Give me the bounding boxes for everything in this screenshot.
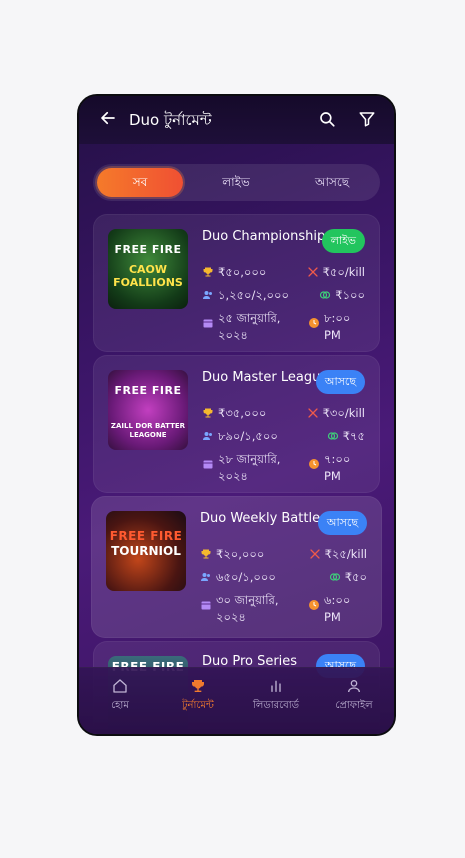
- tab-live[interactable]: লাইভ: [193, 168, 279, 197]
- trophy-icon: [203, 408, 213, 418]
- tournament-card[interactable]: FREE FIRE CAOW FOALLIONS Duo Championshi…: [93, 214, 380, 352]
- filter-icon[interactable]: [358, 110, 376, 128]
- tournament-card[interactable]: FREE FIRE TOURNIOL Duo Weekly Battle আসছ…: [91, 496, 382, 638]
- time: ৭:০০ PM: [308, 451, 358, 485]
- leaderboard-icon: [271, 680, 281, 692]
- trophy-icon: [203, 267, 213, 277]
- thumbnail-subtitle: CAOW FOALLIONS: [113, 263, 183, 289]
- trophy-icon: [201, 549, 211, 559]
- nav-leaderboard[interactable]: লিডারবোর্ড: [241, 678, 311, 715]
- tournament-thumbnail: FREE FIRE TOURNIOL: [106, 511, 186, 591]
- time: ৮:০০ PM: [308, 310, 358, 344]
- tournament-name: Duo Weekly Battle: [200, 511, 321, 526]
- clock-icon: [309, 600, 319, 610]
- status-badge: আসছে: [317, 511, 367, 535]
- money-icon: [320, 291, 331, 299]
- per-kill: ₹৩০/kill: [307, 405, 365, 424]
- users-icon: [203, 291, 212, 299]
- entry-fee: ₹৫০: [329, 569, 367, 588]
- players-count: ১,২৫০/২,০০০: [202, 287, 289, 306]
- calendar-icon: [203, 460, 213, 469]
- date: ২৮ জানুয়ারি, ২০২৪: [202, 451, 297, 485]
- page-title: Duo টুর্নামেন্ট: [129, 111, 212, 129]
- players-count: ৬৫০/১,০০০: [200, 569, 276, 588]
- thumbnail-title: FREE FIRE: [114, 384, 182, 397]
- date: ৩০ জানুয়ারি, ২০২৪: [200, 592, 295, 626]
- tournament-name: Duo Master League: [202, 370, 329, 385]
- status-badge: আসছে: [315, 370, 365, 394]
- profile-icon: [348, 680, 360, 693]
- time: ৬:০০ PM: [308, 592, 358, 626]
- filter-tabs: সব লাইভ আসছে: [93, 164, 380, 201]
- entry-fee: ₹৭৫: [327, 428, 365, 447]
- players-count: ৮৯০/১,৫০০: [202, 428, 278, 447]
- users-icon: [201, 573, 210, 581]
- money-icon: [329, 573, 340, 581]
- tournament-thumbnail: FREE FIRE CAOW FOALLIONS: [108, 229, 188, 309]
- tournament-card[interactable]: FREE FIRE ZAILL DOR BATTER LEAGONE Duo M…: [93, 355, 380, 493]
- nav-profile[interactable]: প্রোফাইল: [319, 678, 389, 715]
- money-icon: [327, 432, 338, 440]
- per-kill: ₹৫০/kill: [307, 264, 365, 283]
- crossed-swords-icon: [309, 549, 320, 559]
- thumbnail-subtitle: ZAILL DOR BATTER LEAGONE: [110, 422, 186, 439]
- phone-frame: Duo টুর্নামেন্ট সব লাইভ আসছে FREE FIRE C…: [77, 94, 396, 736]
- nav-tournament[interactable]: টুর্নামেন্ট: [163, 678, 233, 715]
- thumbnail-title: FREE FIRE: [114, 243, 182, 256]
- clock-icon: [309, 459, 319, 469]
- tab-all[interactable]: সব: [97, 168, 183, 197]
- prize-pool: ₹২০,০০০: [200, 546, 264, 565]
- status-badge: লাইভ: [321, 229, 365, 253]
- per-kill: ₹২৫/kill: [309, 546, 367, 565]
- crossed-swords-icon: [307, 408, 318, 418]
- tab-upcoming[interactable]: আসছে: [289, 168, 375, 197]
- app-header: Duo টুর্নামেন্ট: [79, 96, 394, 144]
- back-arrow-icon[interactable]: [99, 109, 117, 127]
- calendar-icon: [201, 601, 211, 610]
- crossed-swords-icon: [307, 267, 318, 277]
- calendar-icon: [203, 319, 213, 328]
- bottom-navigation: হোম টুর্নামেন্ট লিডারবোর্ড প্রোফাইল: [79, 667, 394, 734]
- prize-pool: ₹৫০,০০০: [202, 264, 266, 283]
- tournament-name: Duo Championship: [202, 229, 326, 244]
- thumbnail-title: FREE FIRE: [109, 529, 183, 543]
- thumbnail-subtitle: TOURNIOL: [111, 544, 181, 558]
- home-icon: [113, 679, 127, 693]
- users-icon: [203, 432, 212, 440]
- nav-home[interactable]: হোম: [85, 678, 155, 715]
- prize-pool: ₹৩৫,০০০: [202, 405, 266, 424]
- tournament-thumbnail: FREE FIRE ZAILL DOR BATTER LEAGONE: [108, 370, 188, 450]
- clock-icon: [309, 318, 319, 328]
- trophy-icon: [192, 680, 204, 692]
- search-icon[interactable]: [318, 110, 336, 128]
- date: ২৫ জানুয়ারি, ২০২৪: [202, 310, 297, 344]
- entry-fee: ₹১০০: [319, 287, 365, 306]
